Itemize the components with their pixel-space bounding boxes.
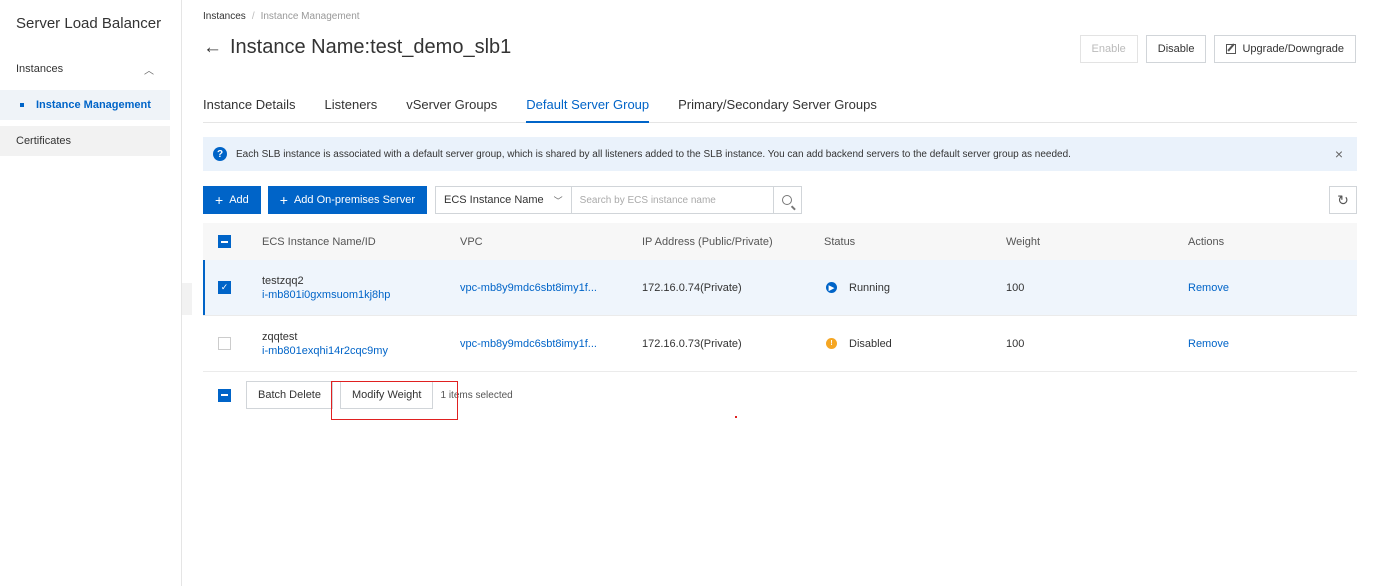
- header-name: ECS Instance Name/ID: [262, 235, 376, 248]
- search-input[interactable]: Search by ECS instance name: [571, 186, 774, 214]
- add-onpremises-label: Add On-premises Server: [293, 194, 415, 206]
- close-icon[interactable]: ×: [1335, 146, 1343, 162]
- breadcrumb-root[interactable]: Instances: [203, 11, 246, 22]
- sidebar-group-label: Instances: [16, 63, 64, 75]
- instance-name: zqqtest: [262, 330, 298, 343]
- toolbar: + Add + Add On-premises Server ECS Insta…: [203, 186, 802, 214]
- weight-value: 100: [1006, 281, 1025, 294]
- search-icon: [782, 195, 793, 205]
- tab-instance-details[interactable]: Instance Details: [203, 92, 296, 123]
- ip-address: 172.16.0.73(Private): [642, 337, 742, 350]
- header-ip: IP Address (Public/Private): [642, 235, 773, 248]
- header-status: Status: [824, 235, 856, 248]
- disabled-status-icon: !: [826, 338, 837, 349]
- add-label: Add: [229, 194, 249, 206]
- filter-select-value: ECS Instance Name: [444, 194, 544, 206]
- tab-vserver-groups[interactable]: vServer Groups: [406, 92, 497, 123]
- filter-select[interactable]: ECS Instance Name ﹀: [435, 186, 572, 214]
- back-arrow-icon[interactable]: ←: [203, 37, 222, 59]
- remove-link[interactable]: Remove: [1188, 282, 1357, 294]
- instance-id-link[interactable]: i-mb801i0gxmsuom1kj8hp: [262, 289, 460, 301]
- add-button[interactable]: + Add: [203, 186, 261, 214]
- batch-select-checkbox[interactable]: [218, 388, 231, 402]
- disable-button[interactable]: Disable: [1145, 35, 1207, 63]
- instance-name: testzqq2: [262, 274, 304, 287]
- page-title-text: Instance Name:test_demo_slb1: [230, 36, 512, 58]
- breadcrumb-current: Instance Management: [260, 11, 360, 22]
- vpc-link[interactable]: vpc-mb8y9mdc6sbt8imy1f...: [460, 338, 642, 350]
- sidebar-group-instances[interactable]: Instances ︿: [0, 57, 170, 81]
- select-all-checkbox[interactable]: [218, 235, 231, 248]
- header-actions: Actions: [1188, 235, 1225, 248]
- upgrade-downgrade-button[interactable]: Upgrade/Downgrade: [1214, 35, 1356, 63]
- edit-icon: [1226, 44, 1237, 54]
- refresh-icon: ↻: [1337, 191, 1349, 208]
- table-row: zqqtest i-mb801exqhi14r2cqc9my vpc-mb8y9…: [203, 316, 1357, 372]
- table-header: ECS Instance Name/ID VPC IP Address (Pub…: [203, 223, 1357, 260]
- alert-text: Each SLB instance is associated with a d…: [236, 148, 1071, 160]
- server-table: ECS Instance Name/ID VPC IP Address (Pub…: [203, 223, 1357, 372]
- active-dot-icon: [20, 103, 24, 107]
- breadcrumb: Instances / Instance Management: [203, 11, 360, 22]
- vpc-link[interactable]: vpc-mb8y9mdc6sbt8imy1f...: [460, 282, 642, 294]
- batch-delete-button[interactable]: Batch Delete: [246, 381, 333, 409]
- page-title: ← Instance Name:test_demo_slb1: [203, 36, 511, 59]
- upgrade-downgrade-label: Upgrade/Downgrade: [1242, 43, 1344, 55]
- sidebar-item-label: Instance Management: [36, 99, 151, 111]
- remove-link[interactable]: Remove: [1188, 338, 1357, 350]
- tab-primary-secondary-server-groups[interactable]: Primary/Secondary Server Groups: [678, 92, 877, 123]
- sidebar-item-instance-management[interactable]: Instance Management: [0, 90, 170, 120]
- sidebar: Server Load Balancer Instances ︿ Instanc…: [0, 0, 182, 586]
- chevron-down-icon: ﹀: [553, 195, 563, 206]
- breadcrumb-separator: /: [251, 11, 255, 22]
- search-button[interactable]: [773, 186, 802, 214]
- row-checkbox[interactable]: [218, 337, 231, 350]
- cursor-marker: [735, 416, 737, 418]
- sidebar-collapse-handle[interactable]: [182, 283, 192, 315]
- plus-icon: +: [279, 192, 288, 208]
- tab-listeners[interactable]: Listeners: [325, 92, 378, 123]
- weight-value: 100: [1006, 337, 1025, 350]
- table-row: ✓ testzqq2 i-mb801i0gxmsuom1kj8hp vpc-mb…: [203, 260, 1357, 316]
- running-status-icon: ▶: [826, 282, 837, 293]
- status-text: Disabled: [849, 337, 892, 350]
- sidebar-item-certificates[interactable]: Certificates: [0, 126, 170, 156]
- add-onpremises-server-button[interactable]: + Add On-premises Server: [267, 186, 427, 214]
- info-alert: ? Each SLB instance is associated with a…: [203, 137, 1357, 171]
- refresh-button[interactable]: ↻: [1329, 186, 1357, 214]
- status-text: Running: [849, 281, 890, 294]
- question-icon: ?: [213, 147, 227, 161]
- tab-default-server-group[interactable]: Default Server Group: [526, 92, 650, 123]
- sidebar-title: Server Load Balancer: [16, 15, 162, 32]
- chevron-up-icon[interactable]: ︿: [144, 62, 154, 77]
- ip-address: 172.16.0.74(Private): [642, 281, 742, 294]
- enable-button[interactable]: Enable: [1079, 35, 1138, 63]
- highlight-box: [331, 381, 458, 420]
- header-vpc: VPC: [460, 235, 483, 248]
- header-weight: Weight: [1006, 235, 1041, 248]
- sidebar-item-label: Certificates: [16, 135, 72, 147]
- row-checkbox[interactable]: ✓: [218, 281, 231, 294]
- top-actions: Enable Disable Upgrade/Downgrade: [1079, 35, 1356, 63]
- plus-icon: +: [215, 192, 224, 208]
- tabs: Instance Details Listeners vServer Group…: [203, 92, 1357, 123]
- instance-id-link[interactable]: i-mb801exqhi14r2cqc9my: [262, 345, 460, 357]
